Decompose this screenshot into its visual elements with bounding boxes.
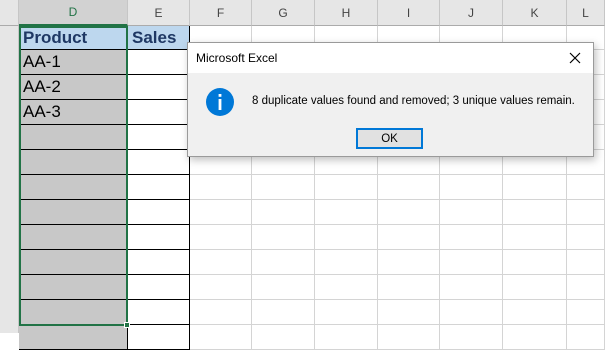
grid-cell[interactable] [19, 250, 128, 275]
grid-cell[interactable] [128, 300, 190, 325]
column-header-d[interactable]: D [19, 0, 128, 26]
grid-cell[interactable] [567, 325, 605, 350]
grid-cell[interactable] [315, 250, 378, 275]
grid-cell[interactable] [190, 175, 252, 200]
grid-cell[interactable] [19, 200, 128, 225]
grid-cell[interactable] [503, 225, 567, 250]
grid-cell[interactable] [190, 225, 252, 250]
grid-cell[interactable] [378, 250, 440, 275]
grid-cell[interactable] [440, 225, 503, 250]
product-cell-2[interactable]: AA-2 [19, 75, 128, 100]
column-header-k[interactable]: K [503, 0, 567, 26]
info-icon [205, 87, 235, 117]
grid-cell[interactable] [378, 300, 440, 325]
grid-cell[interactable] [19, 275, 128, 300]
grid-cell[interactable] [252, 300, 315, 325]
grid-cell[interactable] [19, 125, 128, 150]
column-header-g[interactable]: G [252, 0, 315, 26]
grid-cell[interactable] [19, 150, 128, 175]
grid-cell[interactable] [252, 225, 315, 250]
grid-cell[interactable] [252, 275, 315, 300]
header-cell-sales[interactable]: Sales [128, 26, 190, 50]
select-all-corner[interactable] [0, 0, 19, 26]
grid-cell[interactable] [128, 100, 190, 125]
grid-cell[interactable] [315, 325, 378, 350]
grid-cell[interactable] [567, 200, 605, 225]
grid-cell[interactable] [315, 300, 378, 325]
grid-cell[interactable] [252, 200, 315, 225]
grid-cell[interactable] [440, 250, 503, 275]
product-cell-1[interactable]: AA-1 [19, 50, 128, 75]
dialog-message: 8 duplicate values found and removed; 3 … [252, 95, 575, 107]
message-dialog: Microsoft Excel 8 duplicate values found… [187, 42, 594, 157]
grid-cell[interactable] [128, 200, 190, 225]
grid-cell[interactable] [128, 150, 190, 175]
column-header-f[interactable]: F [190, 0, 252, 26]
grid-cell[interactable] [440, 275, 503, 300]
dialog-title: Microsoft Excel [196, 51, 278, 65]
grid-cell[interactable] [378, 175, 440, 200]
dialog-body: 8 duplicate values found and removed; 3 … [188, 73, 593, 156]
fill-handle[interactable] [124, 322, 130, 328]
grid-cell[interactable] [128, 250, 190, 275]
grid-cell[interactable] [128, 125, 190, 150]
grid-cell[interactable] [190, 275, 252, 300]
grid-cell[interactable] [315, 175, 378, 200]
grid-cell[interactable] [128, 50, 190, 75]
grid-cell[interactable] [315, 200, 378, 225]
grid-cell[interactable] [378, 275, 440, 300]
column-header-i[interactable]: I [378, 0, 440, 26]
column-header-j[interactable]: J [440, 0, 503, 26]
grid-cell[interactable] [567, 175, 605, 200]
grid-cell[interactable] [503, 175, 567, 200]
grid-cell[interactable] [252, 175, 315, 200]
grid-cell[interactable] [190, 200, 252, 225]
grid-cell[interactable] [128, 75, 190, 100]
grid-cell[interactable] [503, 250, 567, 275]
grid-cell[interactable] [128, 225, 190, 250]
grid-cell[interactable] [19, 300, 128, 325]
grid-cell[interactable] [252, 325, 315, 350]
grid-cell[interactable] [19, 325, 128, 350]
grid-cell[interactable] [503, 325, 567, 350]
grid-cell[interactable] [503, 300, 567, 325]
ok-button[interactable]: OK [356, 128, 423, 149]
grid-cell[interactable] [567, 225, 605, 250]
grid-cell[interactable] [190, 300, 252, 325]
grid-cell[interactable] [190, 325, 252, 350]
column-header-e[interactable]: E [128, 0, 190, 26]
grid-cell[interactable] [378, 225, 440, 250]
grid-cell[interactable] [440, 200, 503, 225]
grid-cell[interactable] [378, 325, 440, 350]
grid-cell[interactable] [378, 200, 440, 225]
grid-cell[interactable] [567, 300, 605, 325]
grid-cell[interactable] [440, 175, 503, 200]
grid-cell[interactable] [567, 275, 605, 300]
grid-cell[interactable] [128, 325, 190, 350]
grid-cell[interactable] [315, 275, 378, 300]
product-cell-3[interactable]: AA-3 [19, 100, 128, 125]
grid-cell[interactable] [252, 250, 315, 275]
dialog-titlebar[interactable]: Microsoft Excel [188, 43, 593, 73]
grid-cell[interactable] [440, 325, 503, 350]
grid-cell[interactable] [190, 250, 252, 275]
grid-cell[interactable] [567, 250, 605, 275]
column-header-l[interactable]: L [567, 0, 605, 26]
grid-cell[interactable] [19, 225, 128, 250]
close-icon[interactable] [561, 47, 589, 69]
grid-cell[interactable] [128, 275, 190, 300]
header-cell-product[interactable]: Product [19, 26, 128, 50]
grid-cell[interactable] [503, 200, 567, 225]
row-header-strip[interactable] [0, 26, 19, 333]
grid-cell[interactable] [19, 175, 128, 200]
grid-cell[interactable] [128, 175, 190, 200]
grid-cell[interactable] [440, 300, 503, 325]
column-header-h[interactable]: H [315, 0, 378, 26]
grid-cell[interactable] [503, 275, 567, 300]
grid-cell[interactable] [315, 225, 378, 250]
